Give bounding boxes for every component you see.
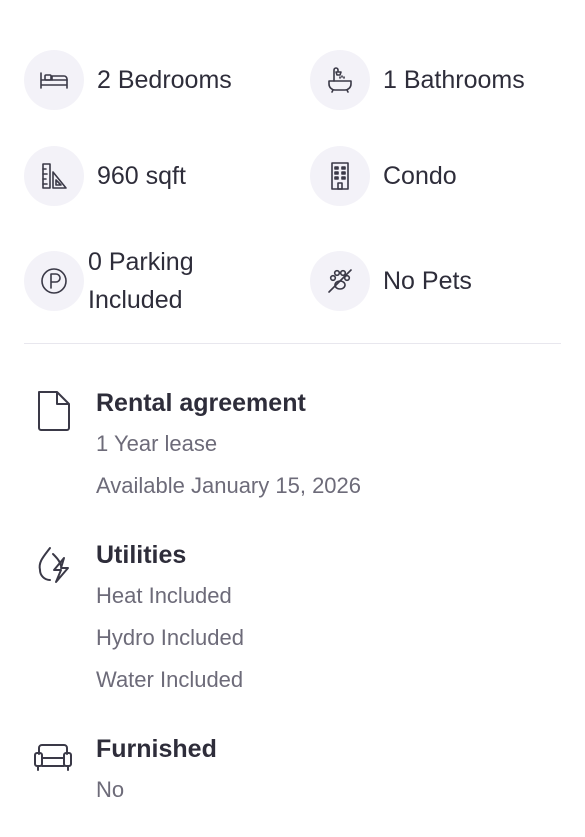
- availability-date: Available January 15, 2026: [96, 473, 362, 498]
- section-title: Rental agreement: [96, 389, 306, 417]
- section-title: Furnished: [96, 735, 217, 763]
- feature-label: No Pets: [383, 267, 472, 295]
- feature-parking: 0 Parking Included: [24, 243, 248, 319]
- feature-label: 2 Bedrooms: [97, 66, 232, 94]
- bed-icon: [24, 50, 84, 110]
- feature-bedrooms: 2 Bedrooms: [24, 50, 232, 110]
- ruler-triangle-icon: [24, 146, 84, 206]
- feature-label: Condo: [383, 162, 457, 190]
- no-pets-icon: [310, 251, 370, 311]
- feature-bathrooms: 1 Bathrooms: [310, 50, 525, 110]
- divider: [24, 343, 561, 344]
- lease-term: 1 Year lease: [96, 431, 218, 456]
- utility-item: Heat Included: [96, 583, 232, 608]
- furnished-value: No: [96, 777, 125, 802]
- feature-property-type: Condo: [310, 146, 457, 206]
- feature-label: 960 sqft: [97, 162, 186, 190]
- utility-item: Hydro Included: [96, 625, 244, 650]
- utilities-icon: [30, 540, 76, 586]
- feature-label: 0 Parking Included: [88, 248, 194, 314]
- sofa-icon: [30, 734, 76, 780]
- utility-item: Water Included: [96, 667, 244, 692]
- building-icon: [310, 146, 370, 206]
- feature-area: 960 sqft: [24, 146, 186, 206]
- section-title: Utilities: [96, 541, 187, 569]
- bathtub-icon: [310, 50, 370, 110]
- listing-details: 2 Bedrooms 1 Bathrooms 960 sqft Condo 0 …: [0, 0, 585, 837]
- feature-label: 1 Bathrooms: [383, 66, 525, 94]
- feature-pets: No Pets: [310, 251, 472, 311]
- parking-icon: [24, 251, 84, 311]
- document-icon: [30, 388, 76, 434]
